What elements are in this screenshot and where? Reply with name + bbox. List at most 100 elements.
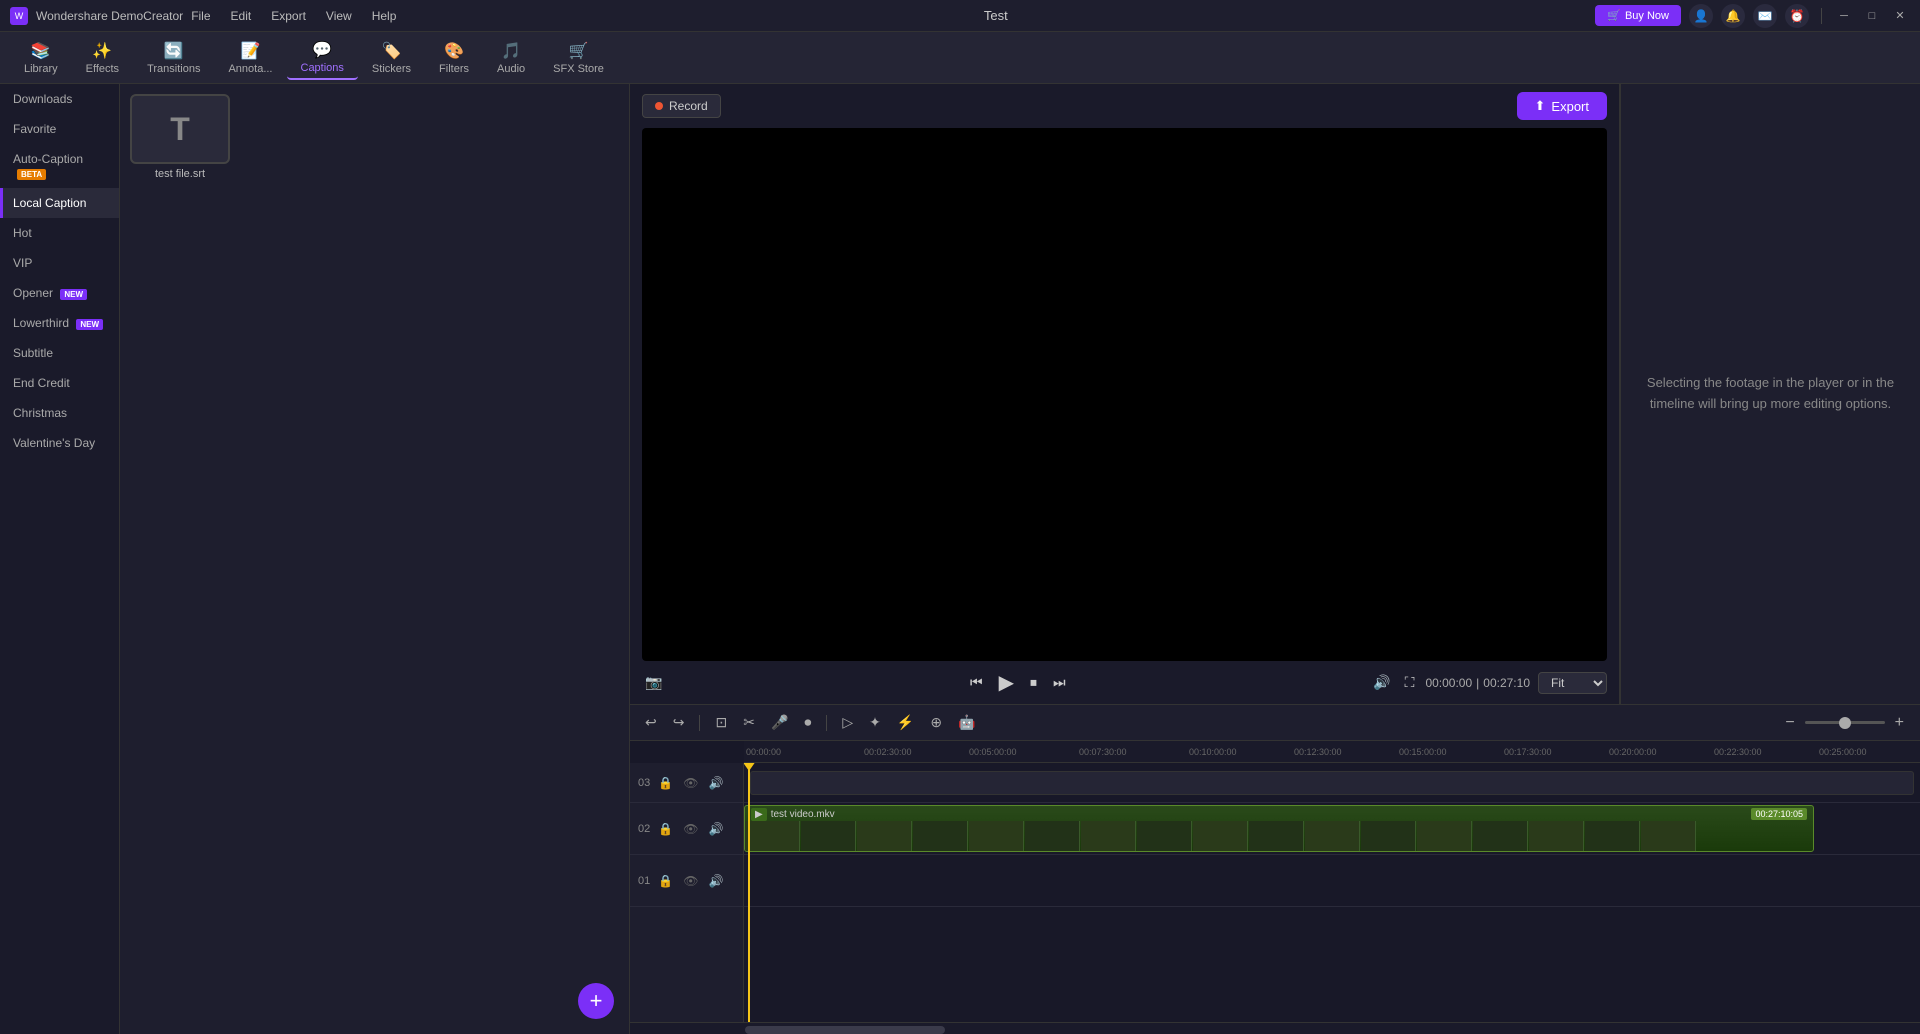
toolbar-separator-1 [699,715,700,731]
tool-sfx-store[interactable]: 🛒 SFX Store [539,37,618,79]
file-item[interactable]: T test file.srt [130,94,230,180]
track-03-clip[interactable] [750,771,1914,795]
notification-icon[interactable]: 🔔 [1721,4,1745,28]
sidebar-item-christmas[interactable]: Christmas [0,398,119,428]
track-row-02[interactable]: ▶ test video.mkv 00:27:10:05 [744,803,1920,855]
tool-effects-label: Effects [86,63,119,75]
video-clip-02[interactable]: ▶ test video.mkv 00:27:10:05 [744,805,1814,852]
sidebar-favorite-label: Favorite [13,122,56,136]
sidebar-item-valentines[interactable]: Valentine's Day [0,428,119,458]
maximize-button[interactable]: □ [1862,6,1882,26]
video-thumb [1417,821,1472,851]
beta-badge: BETA [17,169,46,180]
track-row-01[interactable] [744,855,1920,907]
play-button[interactable]: ▶ [996,667,1017,698]
track-01-lock[interactable]: 🔒 [656,872,675,890]
record-button[interactable]: Record [642,94,721,118]
minimize-button[interactable]: ─ [1834,6,1854,26]
sidebar-end-credit-label: End Credit [13,376,70,390]
zoom-slider[interactable] [1805,721,1885,724]
sidebar-item-opener[interactable]: Opener NEW [0,278,119,308]
sidebar-item-lowerthird[interactable]: Lowerthird NEW [0,308,119,338]
buy-now-label: Buy Now [1625,10,1669,22]
track-02-id: 02 [638,823,650,835]
track-02-visibility[interactable]: 👁 [681,820,700,838]
track-01-mute[interactable]: 🔊 [706,872,725,890]
track-01-visibility[interactable]: 👁 [681,872,700,890]
track-03-lock[interactable]: 🔒 [656,774,675,792]
alarm-icon[interactable]: ⏰ [1785,4,1809,28]
export-button[interactable]: ⬆ Export [1517,92,1607,120]
sidebar-item-auto-caption[interactable]: Auto-Caption BETA [0,144,119,188]
properties-panel: Selecting the footage in the player or i… [1620,84,1920,704]
app-name: Wondershare DemoCreator [36,9,183,23]
tool-library[interactable]: 📚 Library [10,37,72,79]
divider [1821,8,1822,24]
ruler-label-6: 00:15:00:00 [1399,747,1447,757]
timeline-scrollbar-thumb[interactable] [745,1026,945,1034]
menu-view[interactable]: View [326,9,352,23]
sidebar-item-local-caption[interactable]: Local Caption [0,188,119,218]
tool-audio[interactable]: 🎵 Audio [483,37,539,79]
sidebar-item-favorite[interactable]: Favorite [0,114,119,144]
track-03-visibility[interactable]: 👁 [681,774,700,792]
fullscreen-button[interactable]: ⛶ [1402,671,1418,694]
skip-back-button[interactable]: ⏮ [967,671,986,694]
sidebar-item-vip[interactable]: VIP [0,248,119,278]
tool-captions-label: Captions [301,62,344,74]
toolbar: 📚 Library ✨ Effects 🔄 Transitions 📝 Anno… [0,32,1920,84]
record-timeline-button[interactable]: ⏺ [799,712,816,733]
ruler-label-9: 00:22:30:00 [1714,747,1762,757]
ai-button[interactable]: 🤖 [953,712,980,733]
zoom-out-button[interactable]: − [1779,712,1800,734]
video-thumb [1473,821,1528,851]
properties-hint: Selecting the footage in the player or i… [1641,373,1900,415]
video-thumb [745,821,800,851]
zoom-in-button[interactable]: + [1889,712,1910,734]
sidebar-item-hot[interactable]: Hot [0,218,119,248]
tool-captions[interactable]: 💬 Captions [287,36,358,80]
speed-button[interactable]: ⚡ [892,712,919,733]
motion-button[interactable]: ▷ [837,712,858,733]
sidebar-item-downloads[interactable]: Downloads [0,84,119,114]
close-button[interactable]: ✕ [1890,6,1910,26]
menu-edit[interactable]: Edit [231,9,252,23]
skip-forward-button[interactable]: ⏭ [1050,671,1069,694]
track-02-mute[interactable]: 🔊 [706,820,725,838]
fit-select[interactable]: Fit 25% 50% 75% 100% [1538,672,1607,694]
tool-stickers-label: Stickers [372,63,411,75]
tool-annotations[interactable]: 📝 Annota... [214,37,286,79]
track-03-mute[interactable]: 🔊 [706,774,725,792]
stop-button[interactable]: ⏹ [1027,671,1040,694]
buy-now-button[interactable]: 🛒 Buy Now [1595,5,1681,26]
tool-transitions[interactable]: 🔄 Transitions [133,37,214,79]
new-badge-lowerthird: NEW [76,319,103,330]
add-button[interactable]: + [578,983,614,1019]
menu-file[interactable]: File [191,9,210,23]
tool-stickers[interactable]: 🏷️ Stickers [358,37,425,79]
screenshot-button[interactable]: 📷 [642,671,665,694]
tool-effects[interactable]: ✨ Effects [72,37,133,79]
tracks-area: ▶ test video.mkv 00:27:10:05 [744,763,1920,1022]
mail-icon[interactable]: ✉️ [1753,4,1777,28]
undo-button[interactable]: ↩ [640,712,662,733]
effects-timeline-button[interactable]: ✦ [864,712,886,733]
titlebar-left: W Wondershare DemoCreator File Edit Expo… [10,7,396,25]
transition-add-button[interactable]: ⊕ [925,712,947,733]
split-button[interactable]: ✂ [738,712,760,733]
track-01-id: 01 [638,875,650,887]
user-icon[interactable]: 👤 [1689,4,1713,28]
sidebar-item-subtitle[interactable]: Subtitle [0,338,119,368]
sidebar-item-end-credit[interactable]: End Credit [0,368,119,398]
sidebar-vip-label: VIP [13,256,32,270]
menu-export[interactable]: Export [271,9,306,23]
menu-help[interactable]: Help [372,9,397,23]
captions-icon: 💬 [312,40,332,60]
crop-button[interactable]: ⊡ [710,712,732,733]
mic-button[interactable]: 🎤 [766,712,793,733]
redo-button[interactable]: ↪ [668,712,690,733]
tool-filters[interactable]: 🎨 Filters [425,37,483,79]
video-type-badge: ▶ [751,808,767,821]
volume-button[interactable]: 🔊 [1370,671,1393,694]
track-02-lock[interactable]: 🔒 [656,820,675,838]
